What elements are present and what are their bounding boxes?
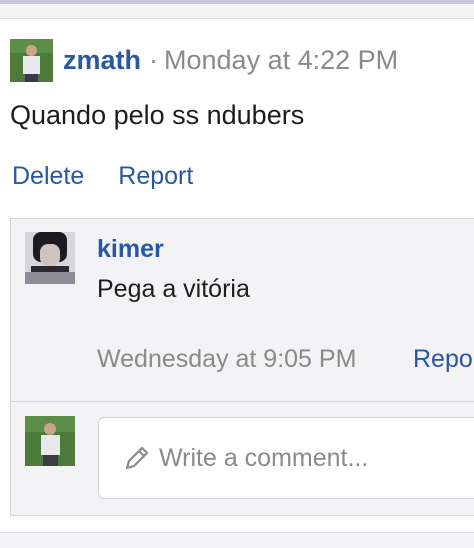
previous-item-edge <box>0 4 474 19</box>
pencil-icon <box>125 446 149 470</box>
separator-dot: · <box>149 44 159 75</box>
comment-input[interactable]: Write a comment... <box>98 417 474 499</box>
next-item-edge <box>0 532 474 548</box>
comment-input-placeholder: Write a comment... <box>159 443 369 472</box>
comments-panel: kimer Pega a vitória Wednesday at 9:05 P… <box>10 218 474 516</box>
post-author-link[interactable]: zmath <box>63 45 141 76</box>
delete-button[interactable]: Delete <box>12 162 84 191</box>
report-button[interactable]: Report <box>118 162 193 191</box>
comment-item: kimer Pega a vitória Wednesday at 9:05 P… <box>11 219 474 402</box>
post-body: Quando pelo ss ndubers <box>10 100 305 130</box>
reply-box: Write a comment... <box>11 402 474 515</box>
author-avatar[interactable] <box>10 38 53 82</box>
comment-author-link[interactable]: kimer <box>97 235 164 264</box>
post-timestamp[interactable]: Monday at 4:22 PM <box>164 45 398 76</box>
post-header: zmath · Monday at 4:22 PM <box>10 38 398 82</box>
post-actions: Delete Report <box>12 162 193 191</box>
comment-report-button[interactable]: Repo <box>413 345 473 374</box>
current-user-avatar <box>25 416 75 466</box>
comment-timestamp[interactable]: Wednesday at 9:05 PM <box>97 345 356 374</box>
comment-body: Pega a vitória <box>97 275 250 303</box>
commenter-avatar[interactable] <box>25 232 75 284</box>
